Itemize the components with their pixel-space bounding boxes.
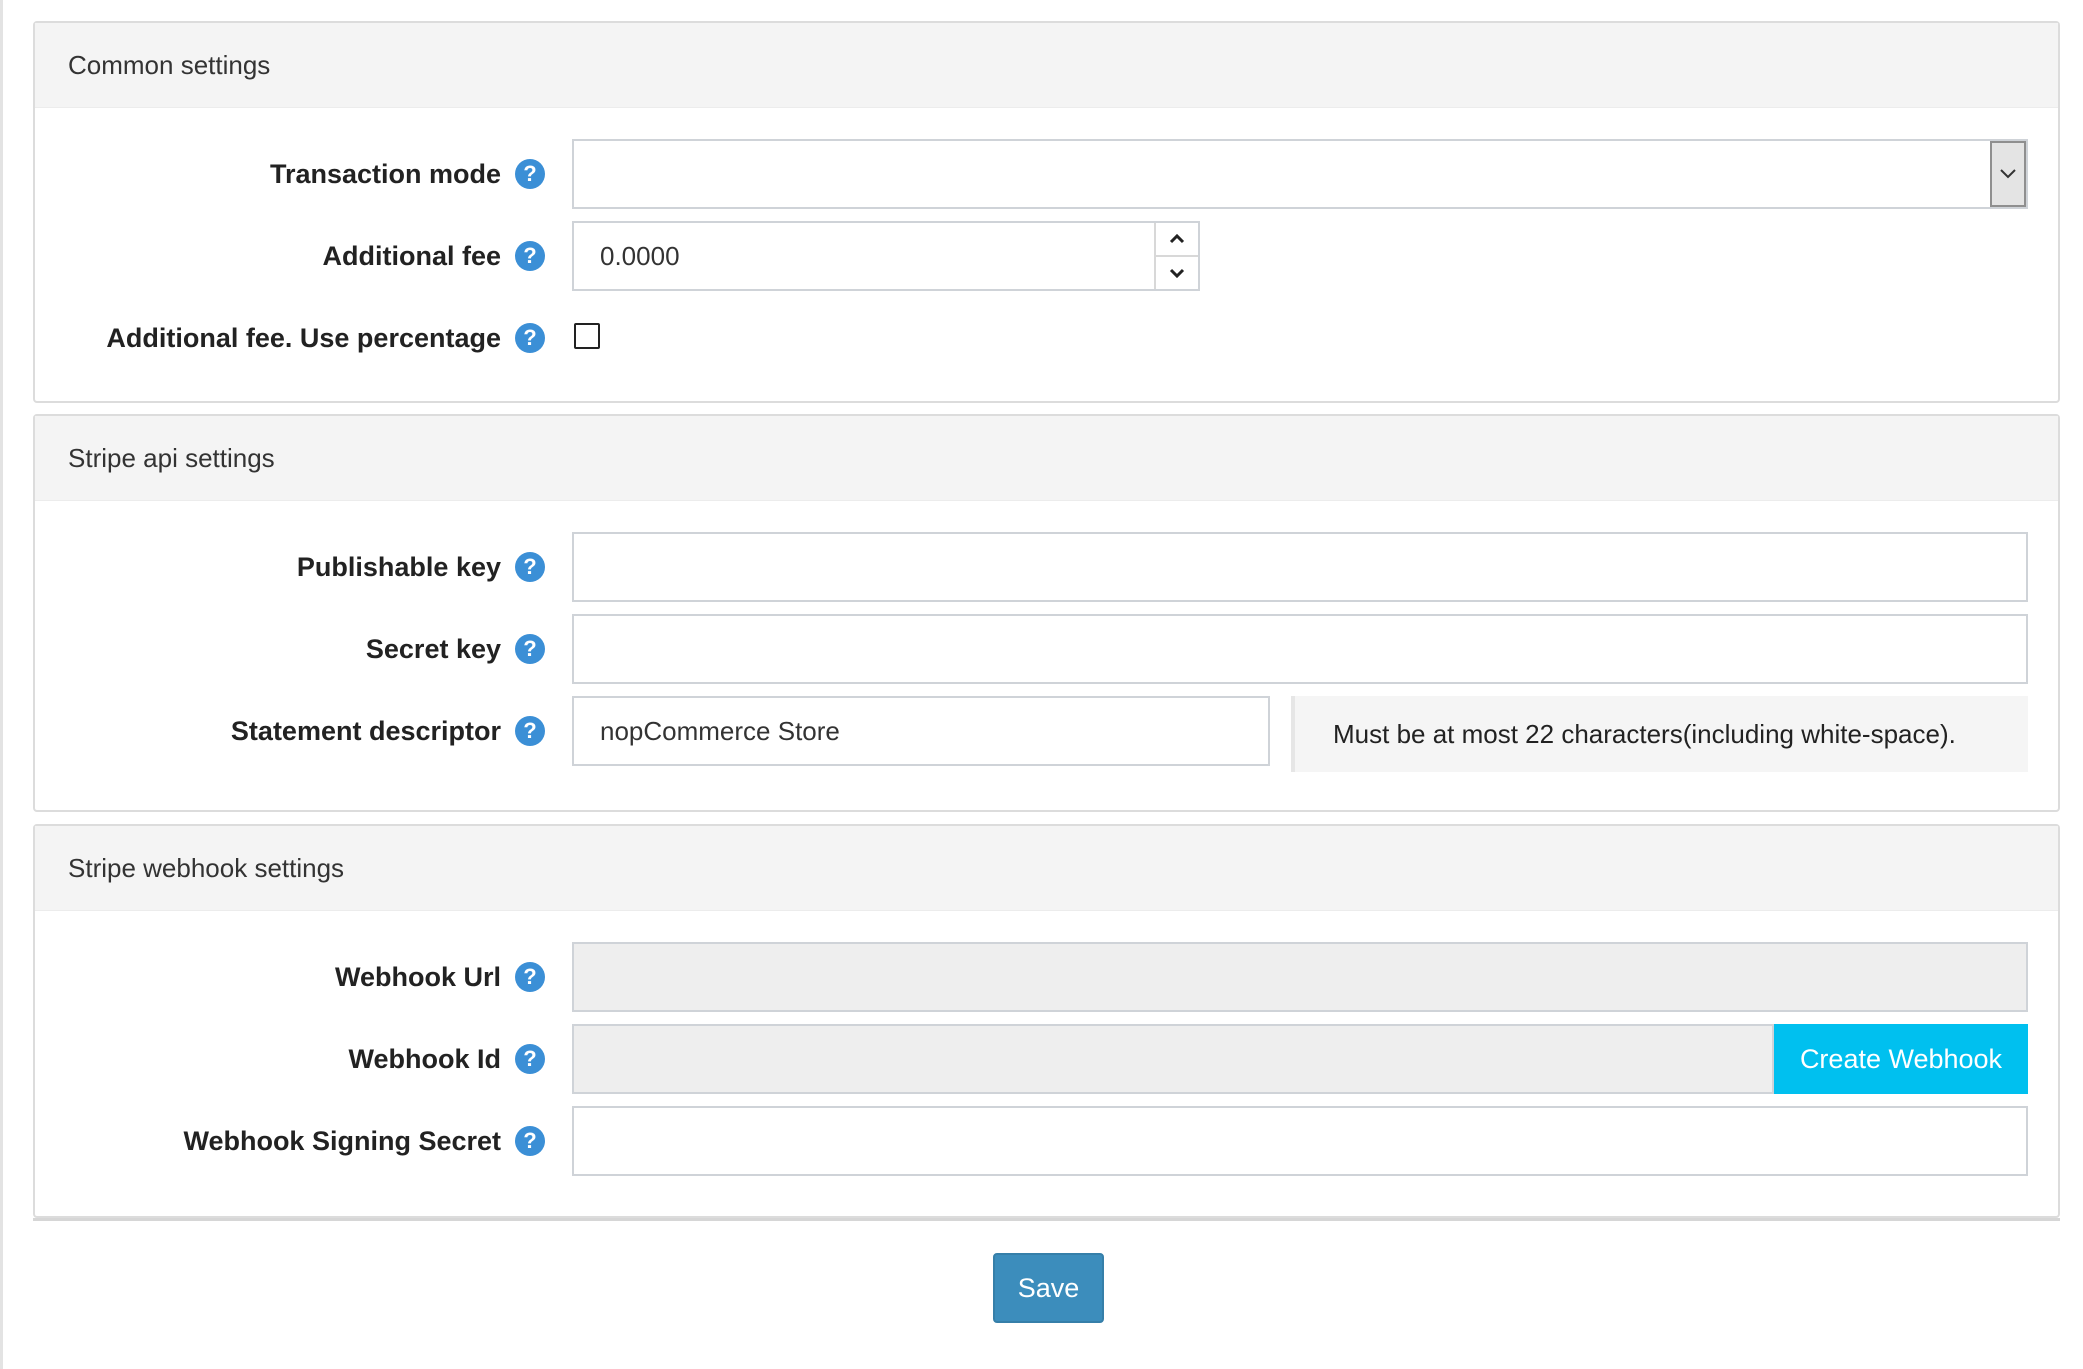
additional-fee-label: Additional fee xyxy=(322,240,501,271)
statement-descriptor-label: Statement descriptor xyxy=(230,715,501,746)
publishable-key-label: Publishable key xyxy=(296,551,501,582)
help-icon[interactable]: ? xyxy=(515,159,545,189)
webhook-id-row: Webhook Id ? Create Webhook xyxy=(35,1024,2058,1094)
webhook-url-row: Webhook Url ? xyxy=(35,942,2058,1012)
statement-descriptor-value: nopCommerce Store xyxy=(600,715,840,746)
help-icon[interactable]: ? xyxy=(515,241,545,271)
stripe-webhook-settings-heading: Stripe webhook settings xyxy=(35,826,2058,911)
chevron-down-icon[interactable] xyxy=(1990,141,2026,207)
number-spinner xyxy=(1154,223,1198,289)
common-settings-heading: Common settings xyxy=(35,23,2058,108)
secret-key-label: Secret key xyxy=(365,633,501,664)
footer-divider xyxy=(33,1218,2060,1221)
common-settings-panel: Common settings Transaction mode ? Addit… xyxy=(33,21,2060,403)
stripe-api-settings-heading: Stripe api settings xyxy=(35,416,2058,501)
help-icon[interactable]: ? xyxy=(515,634,545,664)
save-button[interactable]: Save xyxy=(993,1253,1104,1323)
webhook-signing-secret-label: Webhook Signing Secret xyxy=(183,1125,501,1156)
additional-fee-input[interactable]: 0.0000 xyxy=(572,221,1200,291)
secret-key-row: Secret key ? xyxy=(35,614,2058,684)
stripe-webhook-settings-panel: Stripe webhook settings Webhook Url ? We… xyxy=(33,824,2060,1218)
help-icon[interactable]: ? xyxy=(515,323,545,353)
statement-descriptor-input[interactable]: nopCommerce Store xyxy=(572,696,1270,766)
create-webhook-button[interactable]: Create Webhook xyxy=(1774,1024,2028,1094)
help-icon[interactable]: ? xyxy=(515,1126,545,1156)
transaction-mode-row: Transaction mode ? xyxy=(35,139,2058,209)
use-percentage-checkbox[interactable] xyxy=(574,323,600,349)
webhook-url-label: Webhook Url xyxy=(334,961,501,992)
secret-key-input[interactable] xyxy=(572,614,2028,684)
additional-fee-row: Additional fee ? 0.0000 xyxy=(35,221,2058,291)
help-icon[interactable]: ? xyxy=(515,962,545,992)
help-icon[interactable]: ? xyxy=(515,716,545,746)
spin-down-icon[interactable] xyxy=(1156,255,1198,289)
statement-descriptor-hint: Must be at most 22 characters(including … xyxy=(1291,696,2028,772)
spin-up-icon[interactable] xyxy=(1156,223,1198,255)
webhook-url-input[interactable] xyxy=(572,942,2028,1012)
webhook-id-label: Webhook Id xyxy=(348,1043,502,1074)
publishable-key-row: Publishable key ? xyxy=(35,532,2058,602)
additional-fee-value: 0.0000 xyxy=(600,240,680,271)
use-percentage-row: Additional fee. Use percentage ? xyxy=(35,303,2058,373)
transaction-mode-label: Transaction mode xyxy=(269,158,501,189)
statement-descriptor-row: Statement descriptor ? nopCommerce Store… xyxy=(35,696,2058,772)
use-percentage-label: Additional fee. Use percentage xyxy=(106,322,501,353)
transaction-mode-select[interactable] xyxy=(572,139,2028,209)
help-icon[interactable]: ? xyxy=(515,552,545,582)
help-icon[interactable]: ? xyxy=(515,1044,545,1074)
publishable-key-input[interactable] xyxy=(572,532,2028,602)
webhook-signing-secret-input[interactable] xyxy=(572,1106,2028,1176)
webhook-id-input[interactable] xyxy=(572,1024,1774,1094)
page-left-edge xyxy=(0,0,3,1369)
webhook-signing-secret-row: Webhook Signing Secret ? xyxy=(35,1106,2058,1176)
stripe-api-settings-panel: Stripe api settings Publishable key ? Se… xyxy=(33,414,2060,812)
